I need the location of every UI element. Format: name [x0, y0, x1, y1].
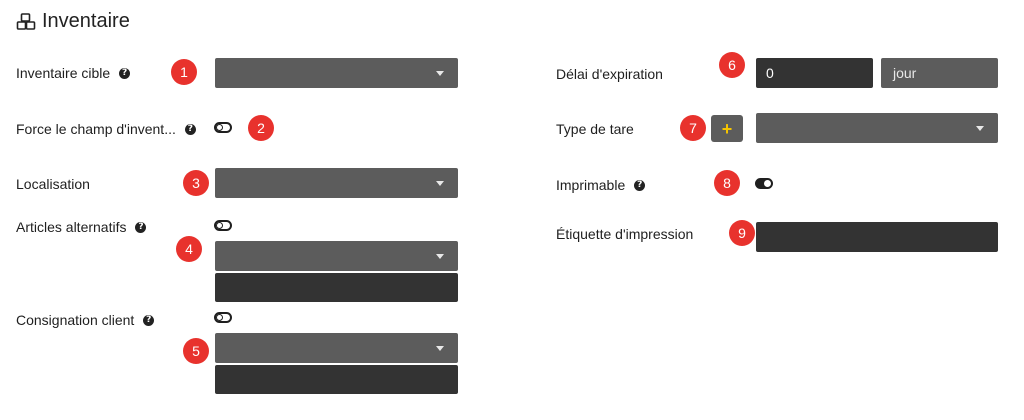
print-label-text: Étiquette d'impression [556, 226, 694, 242]
expiration-value-input[interactable]: 0 [756, 58, 873, 88]
expiration-unit: jour [893, 65, 917, 81]
help-icon[interactable]: ? [119, 67, 131, 79]
step-badge-7: 7 [680, 115, 706, 141]
chevron-down-icon [436, 181, 444, 186]
step-badge-8: 8 [714, 170, 740, 196]
step-badge-4: 4 [176, 236, 202, 262]
step-badge-9: 9 [729, 220, 755, 246]
printable-label: Imprimable ? [556, 177, 646, 193]
cubes-icon [16, 12, 36, 30]
print-label-label: Étiquette d'impression [556, 226, 693, 242]
client-consignment-list[interactable] [215, 365, 458, 394]
help-icon[interactable]: ? [634, 179, 646, 191]
chevron-down-icon [976, 126, 984, 131]
plus-icon: + [721, 118, 733, 139]
target-inventory-label: Inventaire cible ? [16, 65, 131, 81]
step-badge-2: 2 [248, 115, 274, 141]
step-badge-1: 1 [171, 59, 197, 85]
print-label-input[interactable] [756, 222, 998, 252]
chevron-down-icon [436, 254, 444, 259]
step-badge-5: 5 [183, 338, 209, 364]
location-label: Localisation [16, 176, 90, 192]
alt-articles-select[interactable] [215, 241, 458, 271]
client-consignment-toggle[interactable] [214, 312, 232, 323]
step-badge-3: 3 [183, 170, 209, 196]
chevron-down-icon [436, 346, 444, 351]
help-icon[interactable]: ? [135, 221, 147, 233]
printable-toggle[interactable] [755, 178, 773, 189]
force-field-label: Force le champ d'invent... ? [16, 121, 196, 137]
section-header: Inventaire [16, 10, 130, 33]
target-inventory-text: Inventaire cible [16, 65, 111, 81]
expiration-label: Délai d'expiration [556, 66, 663, 82]
client-consignment-label: Consignation client ? [16, 312, 155, 328]
location-select[interactable] [215, 168, 458, 198]
step-badge-6: 6 [719, 52, 745, 78]
expiration-text: Délai d'expiration [556, 66, 663, 82]
force-field-text: Force le champ d'invent... [16, 121, 176, 137]
chevron-down-icon [436, 71, 444, 76]
client-consignment-select[interactable] [215, 333, 458, 363]
help-icon[interactable]: ? [184, 123, 196, 135]
add-tare-button[interactable]: + [711, 115, 743, 142]
client-consignment-text: Consignation client [16, 312, 135, 328]
target-inventory-select[interactable] [215, 58, 458, 88]
help-icon[interactable]: ? [143, 314, 155, 326]
tare-type-text: Type de tare [556, 121, 634, 137]
printable-text: Imprimable [556, 177, 626, 193]
expiration-value: 0 [766, 65, 774, 81]
section-title: Inventaire [42, 10, 130, 32]
force-field-toggle[interactable] [214, 122, 232, 133]
tare-type-select[interactable] [756, 113, 998, 143]
alt-articles-text: Articles alternatifs [16, 219, 127, 235]
alt-articles-toggle[interactable] [214, 220, 232, 231]
alt-articles-label: Articles alternatifs ? [16, 219, 147, 235]
location-text: Localisation [16, 176, 90, 192]
alt-articles-list[interactable] [215, 273, 458, 302]
expiration-unit-select[interactable]: jour [881, 58, 998, 88]
tare-type-label: Type de tare [556, 121, 634, 137]
